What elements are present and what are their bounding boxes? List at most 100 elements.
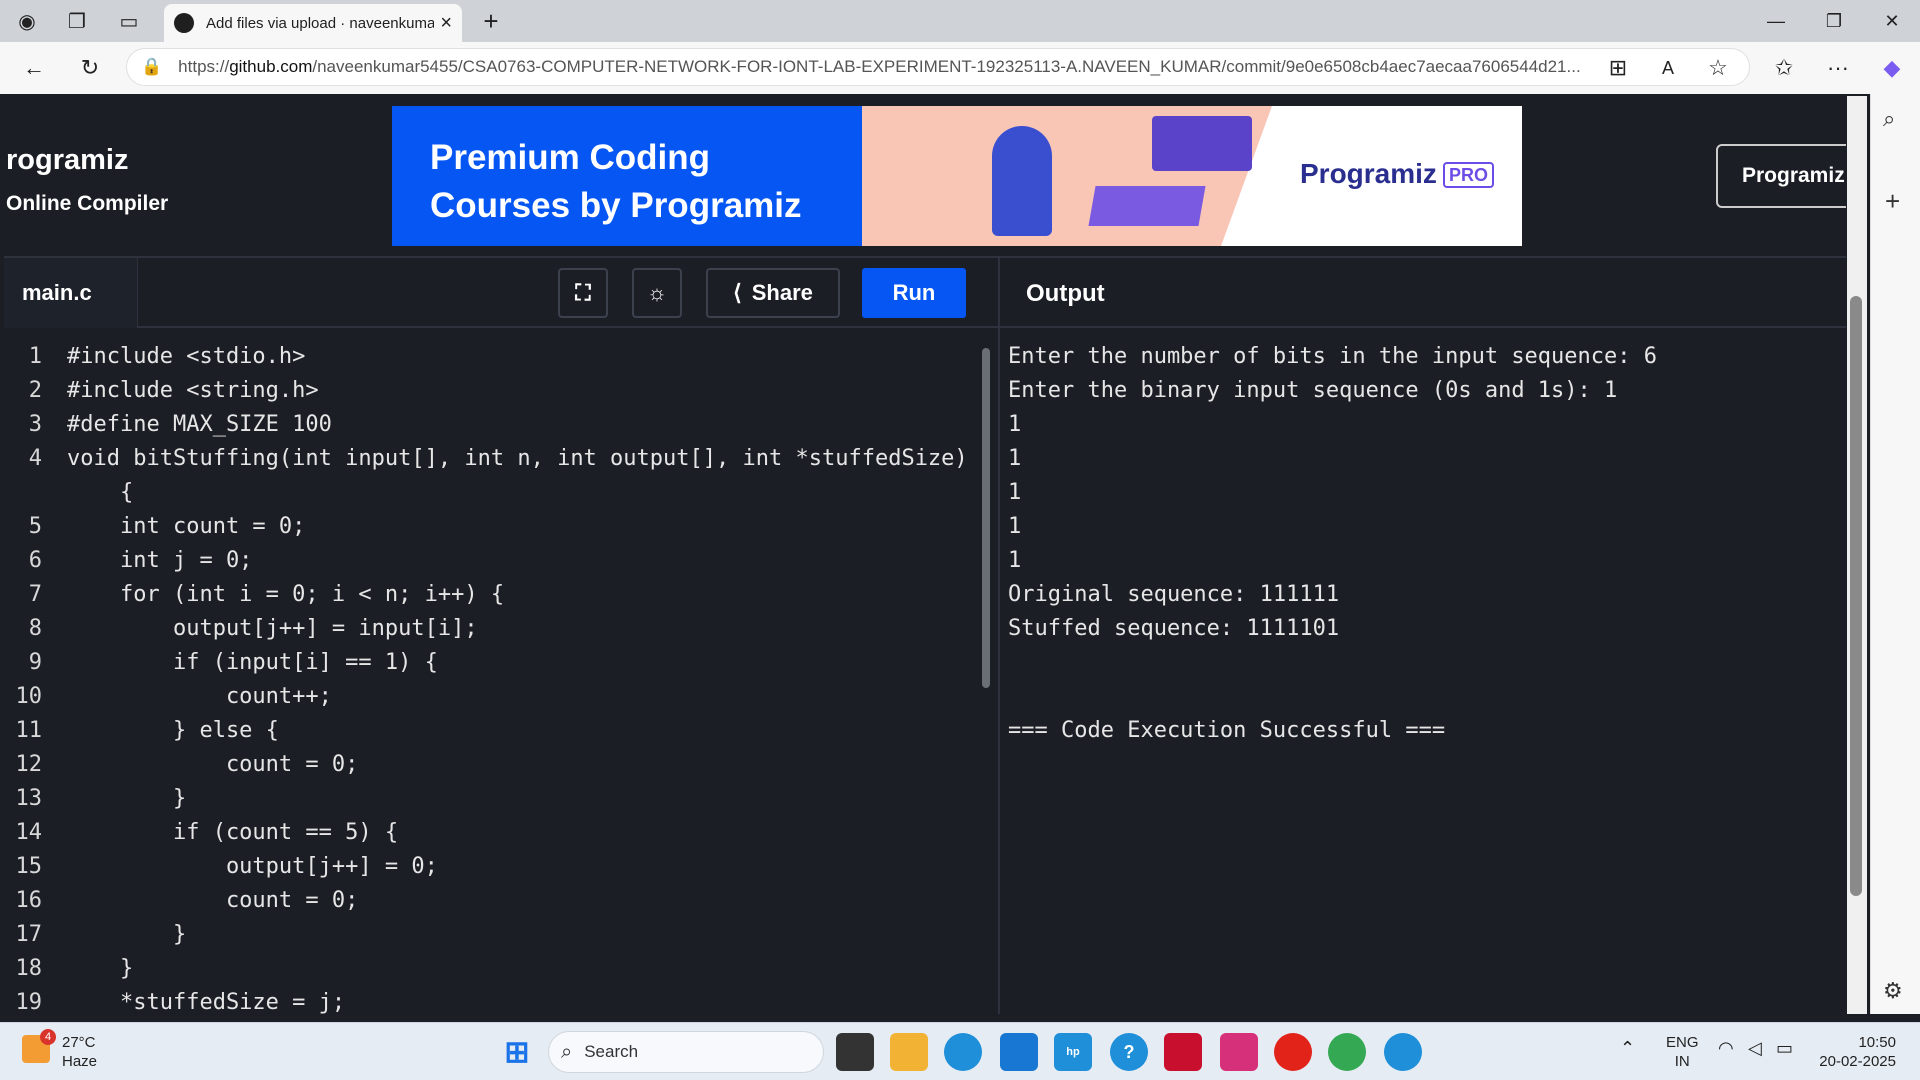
clock-time: 10:50 <box>1858 1034 1896 1051</box>
code-line[interactable]: int count = 0; <box>67 514 305 539</box>
mcafee-icon[interactable] <box>1164 1033 1202 1071</box>
code-line[interactable]: #include <stdio.h> <box>67 344 305 369</box>
programiz-pro-button[interactable]: Programiz <box>1716 144 1846 208</box>
url-prefix: https:// <box>178 57 230 76</box>
share-label: Share <box>751 280 813 305</box>
opera-icon[interactable] <box>1274 1033 1312 1071</box>
profile-icon[interactable]: ◉ <box>14 8 40 34</box>
edge-icon[interactable] <box>944 1033 982 1071</box>
taskbar-search[interactable]: ⌕ Search <box>548 1031 824 1073</box>
code-line[interactable]: output[j++] = 0; <box>67 854 438 879</box>
search-icon[interactable]: ⌕ <box>1883 106 1895 132</box>
edge-active-icon[interactable] <box>1384 1033 1422 1071</box>
refresh-icon[interactable]: ↻ <box>72 50 108 86</box>
line-number: 6 <box>28 548 42 573</box>
language-indicator[interactable]: ENG IN <box>1666 1033 1699 1071</box>
fullscreen-icon[interactable]: ⛶ <box>558 268 608 318</box>
url-domain: github.com <box>229 57 313 76</box>
line-number: 4 <box>28 446 42 471</box>
close-window-icon[interactable]: ✕ <box>1872 6 1912 36</box>
code-line[interactable]: if (count == 5) { <box>67 820 398 845</box>
back-icon[interactable]: ← <box>16 50 52 86</box>
code-line[interactable]: output[j++] = input[i]; <box>67 616 478 641</box>
line-number: 3 <box>28 412 42 437</box>
restore-icon[interactable]: ❐ <box>1814 6 1854 36</box>
output-panel: Enter the number of bits in the input se… <box>1004 330 1844 1014</box>
code-line[interactable]: count = 0; <box>67 752 358 777</box>
close-tab-icon[interactable]: × <box>440 12 452 35</box>
pane-divider[interactable] <box>998 256 1000 1014</box>
more-menu-icon[interactable]: ··· <box>1820 50 1856 86</box>
code-line[interactable]: } else { <box>67 718 279 743</box>
code-line[interactable]: } <box>67 922 186 947</box>
address-bar[interactable]: 🔒 https://github.com/naveenkumar5455/CSA… <box>126 48 1750 86</box>
chrome-icon[interactable] <box>1328 1033 1366 1071</box>
output-line: Original sequence: 111111 <box>1008 582 1340 607</box>
banner-logo: Programiz PRO <box>1300 158 1494 190</box>
search-label: Search <box>584 1042 639 1061</box>
output-line: === Code Execution Successful === <box>1008 718 1446 743</box>
tips-icon[interactable]: ? <box>1110 1033 1148 1071</box>
code-line[interactable]: } <box>67 956 133 981</box>
lang-region: IN <box>1674 1053 1690 1070</box>
github-icon <box>174 13 194 33</box>
code-line[interactable]: void bitStuffing(int input[], int n, int… <box>67 446 968 471</box>
browser-titlebar: ◉ ❐ ▭ Add files via upload · naveenkuma … <box>0 0 1920 42</box>
run-button[interactable]: Run <box>862 268 966 318</box>
pro-badge: PRO <box>1442 162 1494 189</box>
code-line[interactable]: { <box>67 480 133 505</box>
code-line[interactable]: } <box>67 786 186 811</box>
myhp-icon[interactable]: hp <box>1054 1033 1092 1071</box>
wifi-icon[interactable]: ◠ <box>1718 1039 1734 1058</box>
file-explorer-icon[interactable] <box>890 1033 928 1071</box>
read-aloud-icon[interactable]: A <box>1650 50 1686 86</box>
code-line[interactable]: count++; <box>67 684 332 709</box>
code-editor[interactable]: 1 #include <stdio.h> 2 #include <string.h> 3… <box>4 330 998 1014</box>
edge-sidebar: ⌕ + ⚙ <box>1870 94 1920 1014</box>
store-icon[interactable] <box>1000 1033 1038 1071</box>
theme-toggle-icon[interactable]: ☼ <box>632 268 682 318</box>
code-line[interactable]: *stuffedSize = j; <box>67 990 345 1014</box>
app-available-icon[interactable]: ⊞ <box>1600 50 1636 86</box>
clock[interactable]: 10:50 20-02-2025 <box>1812 1033 1896 1071</box>
task-view-icon[interactable] <box>836 1033 874 1071</box>
search-glass-icon: ⌕ <box>561 1040 573 1063</box>
page-scrollbar-thumb[interactable] <box>1850 296 1862 896</box>
volume-muted-icon[interactable]: ◁ <box>1748 1039 1762 1058</box>
weather-widget[interactable]: 27°C Haze <box>62 1033 97 1071</box>
code-line[interactable]: for (int i = 0; i < n; i++) { <box>67 582 504 607</box>
editor-toolbar: main.c ⛶ ☼ ⟨ Share Run Output <box>4 256 1846 328</box>
code-line[interactable]: #include <string.h> <box>67 378 319 403</box>
output-line: 1 <box>1008 480 1022 505</box>
code-line[interactable]: if (input[i] == 1) { <box>67 650 438 675</box>
workspaces-icon[interactable]: ❐ <box>64 8 90 34</box>
instagram-icon[interactable] <box>1220 1033 1258 1071</box>
tab-actions-icon[interactable]: ▭ <box>116 8 142 34</box>
settings-icon[interactable]: ⚙ <box>1883 978 1903 1004</box>
favorite-icon[interactable]: ☆ <box>1700 50 1736 86</box>
copilot-icon[interactable]: ◆ <box>1874 50 1910 86</box>
output-label: Output <box>1026 280 1105 307</box>
file-tab[interactable]: main.c <box>4 258 138 328</box>
line-number: 11 <box>15 718 43 743</box>
battery-icon[interactable]: ▭ <box>1776 1039 1793 1058</box>
editor-scrollbar[interactable] <box>982 348 990 688</box>
add-icon[interactable]: + <box>1885 186 1900 217</box>
tab-title: Add files via upload · naveenkuma <box>206 14 435 32</box>
weather-desc: Haze <box>62 1053 98 1070</box>
code-line[interactable]: count = 0; <box>67 888 358 913</box>
address-row: ← ↻ 🔒 https://github.com/naveenkumar5455… <box>0 42 1920 94</box>
browser-tab[interactable]: Add files via upload · naveenkuma × <box>164 4 462 42</box>
banner-line2: Courses by Programiz <box>430 186 802 225</box>
ad-banner[interactable]: Premium Coding Courses by Programiz Prog… <box>392 106 1522 246</box>
minimize-icon[interactable]: — <box>1756 6 1796 36</box>
share-button[interactable]: ⟨ Share <box>706 268 840 318</box>
favorites-icon[interactable]: ✩ <box>1766 50 1802 86</box>
banner-logo-text: Programiz <box>1300 158 1437 189</box>
logo-title[interactable]: rogramiz <box>6 144 128 177</box>
show-hidden-icons[interactable]: ⌃ <box>1620 1039 1635 1058</box>
code-line[interactable]: #define MAX_SIZE 100 <box>67 412 332 437</box>
code-line[interactable]: int j = 0; <box>67 548 252 573</box>
windows-start-icon[interactable]: ⊞ <box>498 1033 536 1071</box>
new-tab-button[interactable]: + <box>478 6 504 36</box>
